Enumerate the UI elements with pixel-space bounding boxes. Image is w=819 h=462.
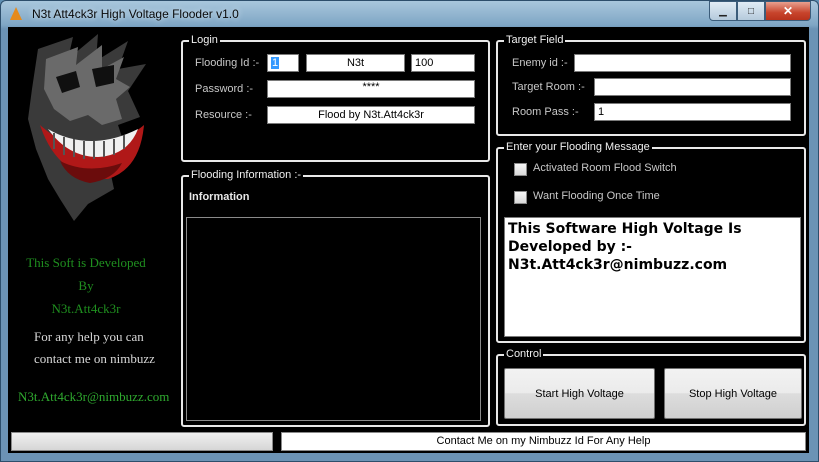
start-high-voltage-button[interactable]: Start High Voltage (504, 368, 655, 419)
maximize-button[interactable]: □ (737, 1, 765, 21)
information-heading: Information (189, 191, 250, 203)
flooding-info-group: Flooding Information :- Information (181, 169, 490, 427)
password-input[interactable]: **** (267, 80, 475, 98)
flood-once-checkbox[interactable] (514, 191, 527, 204)
resource-input[interactable]: Flood by N3t.Att4ck3r (267, 106, 475, 124)
flooding-id-input[interactable]: 1 (267, 54, 299, 72)
room-flood-checkbox[interactable] (514, 163, 527, 176)
count-input[interactable]: 100 (411, 54, 475, 72)
window-title: N3t Att4ck3r High Voltage Flooder v1.0 (32, 7, 239, 21)
login-group-title: Login (189, 34, 220, 47)
resource-label: Resource :- (195, 109, 252, 121)
room-pass-input[interactable]: 1 (594, 103, 791, 121)
room-pass-label: Room Pass :- (512, 106, 579, 118)
vlc-cone-icon (10, 7, 22, 20)
message-group-title: Enter your Flooding Message (504, 141, 652, 154)
username-input[interactable]: N3t (306, 54, 405, 72)
progress-bar (11, 432, 273, 451)
developer-line-1: This Soft is Developed (26, 255, 146, 270)
joker-face-image (18, 29, 154, 221)
caption-buttons: ▁ □ ✕ (709, 1, 811, 21)
login-group: Login Flooding Id :- 1 N3t 100 Password … (181, 34, 490, 162)
enemy-id-label: Enemy id :- (512, 57, 568, 69)
information-log[interactable] (186, 217, 481, 421)
client-area: This Soft is Developed By N3t.Att4ck3r F… (8, 27, 809, 453)
contact-status-field[interactable]: Contact Me on my Nimbuzz Id For Any Help (281, 432, 806, 451)
password-label: Password :- (195, 83, 254, 95)
stop-high-voltage-button[interactable]: Stop High Voltage (664, 368, 802, 419)
target-room-label: Target Room :- (512, 81, 585, 93)
room-flood-checkbox-label: Activated Room Flood Switch (533, 162, 677, 174)
control-group: Control Start High Voltage Stop High Vol… (496, 348, 806, 426)
target-group-title: Target Field (504, 34, 566, 47)
contact-email: N3t.Att4ck3r@nimbuzz.com (18, 389, 170, 404)
target-room-input[interactable] (594, 78, 791, 96)
flood-once-checkbox-label: Want Flooding Once Time (533, 190, 660, 202)
app-window: N3t Att4ck3r High Voltage Flooder v1.0 ▁… (0, 0, 819, 462)
flooding-id-label: Flooding Id :- (195, 57, 260, 69)
developer-line-2: By (78, 278, 94, 293)
title-bar[interactable]: N3t Att4ck3r High Voltage Flooder v1.0 ▁… (1, 1, 818, 27)
enemy-id-input[interactable] (574, 54, 791, 72)
target-group: Target Field Enemy id :- Target Room :- … (496, 34, 806, 136)
control-group-title: Control (504, 348, 544, 361)
help-line-1: For any help you can (34, 329, 144, 344)
flooding-info-group-title: Flooding Information :- (189, 169, 304, 182)
message-group: Enter your Flooding Message Activated Ro… (496, 141, 806, 343)
flood-message-textarea[interactable]: This Software High Voltage Is Developed … (504, 217, 801, 337)
close-button[interactable]: ✕ (765, 1, 811, 21)
minimize-button[interactable]: ▁ (709, 1, 737, 21)
help-line-2: contact me on nimbuzz (34, 351, 155, 366)
developer-line-3: N3t.Att4ck3r (51, 301, 121, 316)
